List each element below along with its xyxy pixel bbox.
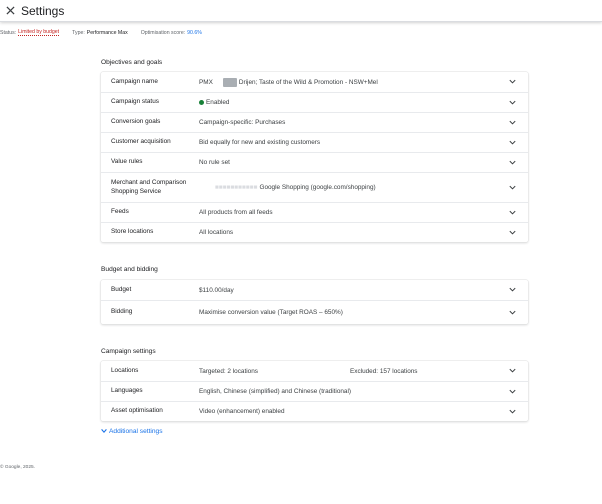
section-title-campaign-settings: Campaign settings <box>101 348 156 355</box>
row-value: Video (enhancement) enabled <box>199 408 285 415</box>
row-value: ■■■■■■■■■■■ Google Shopping (google.com/… <box>199 184 376 191</box>
status-segment: Status: Limited by budget <box>0 29 60 36</box>
close-button[interactable] <box>1 2 19 20</box>
campaign-name-suffix: Drijen; Taste of the Wild & Promotion - … <box>238 78 378 86</box>
status-value-link[interactable]: Limited by budget <box>18 29 60 36</box>
close-icon <box>5 6 15 15</box>
optimisation-score-link[interactable]: 90.6% <box>187 30 202 36</box>
campaign-name-prefix: PMX <box>199 78 213 86</box>
chevron-down-icon <box>509 230 516 235</box>
row-label: Languages <box>111 387 143 395</box>
row-label: Campaign status <box>111 98 159 106</box>
chevron-down-icon <box>509 160 516 165</box>
top-bar: Settings <box>0 0 602 22</box>
row-label: Budget <box>111 285 132 293</box>
score-label: Optimisation score: <box>140 29 186 36</box>
row-label: Feeds <box>111 208 129 216</box>
chevron-down-icon <box>101 429 107 434</box>
optimisation-score-segment: Optimisation score: 90.6% <box>141 30 202 36</box>
row-campaign-status[interactable]: Campaign status Enabled <box>101 92 528 112</box>
row-campaign-name[interactable]: Campaign name PMX Drijen; Taste of the W… <box>101 72 528 92</box>
chevron-down-icon <box>509 389 516 394</box>
row-feeds[interactable]: Feeds All products from all feeds <box>101 202 528 222</box>
redacted-text: ■■■■■■■■■■■ <box>215 184 258 191</box>
additional-settings-link[interactable]: Additional settings <box>100 427 163 435</box>
row-conversion-goals[interactable]: Conversion goals Campaign-specific: Purc… <box>101 112 528 132</box>
row-label: Conversion goals <box>111 118 161 126</box>
row-value: English, Chinese (simplified) and Chines… <box>199 388 352 395</box>
chevron-down-icon <box>509 310 516 315</box>
budget-card: Budget $110.00/day Bidding Maximise conv… <box>101 280 528 324</box>
row-label: Merchant and Comparison Shopping Service <box>111 179 187 195</box>
enabled-status-dot-icon <box>199 100 204 105</box>
row-merchant-center[interactable]: Merchant and Comparison Shopping Service… <box>101 172 528 202</box>
chevron-down-icon <box>509 79 516 84</box>
row-value: PMX Drijen; Taste of the Wild & Promotio… <box>199 77 378 87</box>
campaign-status-value: Enabled <box>206 99 230 106</box>
page-title: Settings <box>21 3 65 18</box>
row-value: Campaign-specific: Purchases <box>199 119 286 126</box>
section-title-objectives: Objectives and goals <box>101 59 163 66</box>
row-label: Campaign name <box>111 77 158 85</box>
chevron-down-icon <box>509 120 516 125</box>
campaign-settings-card: Locations Targeted: 2 locations Excluded… <box>101 361 528 421</box>
chevron-down-icon <box>509 140 516 145</box>
type-segment: Type: Performance Max <box>72 30 128 36</box>
type-label: Type: <box>72 29 85 36</box>
chevron-down-icon <box>509 210 516 215</box>
row-value: Targeted: 2 locations <box>199 367 258 375</box>
merchant-value: Google Shopping (google.com/shopping) <box>259 184 376 191</box>
row-customer-acquisition[interactable]: Customer acquisition Bid equally for new… <box>101 132 528 152</box>
row-store-locations[interactable]: Store locations All locations <box>101 222 528 242</box>
chevron-down-icon <box>509 368 516 373</box>
row-label: Locations <box>111 366 139 374</box>
objectives-card: Campaign name PMX Drijen; Taste of the W… <box>101 72 528 242</box>
status-label: Status: <box>0 29 17 36</box>
row-budget[interactable]: Budget $110.00/day <box>101 280 528 300</box>
row-value: Enabled <box>199 99 229 106</box>
chevron-down-icon <box>509 100 516 105</box>
chevron-down-icon <box>509 409 516 414</box>
row-locations[interactable]: Locations Targeted: 2 locations Excluded… <box>101 361 528 381</box>
row-value: Maximise conversion value (Target ROAS –… <box>199 309 343 316</box>
copyright-footer: © Google, 2025. <box>0 465 36 470</box>
row-value: All products from all feeds <box>199 209 273 216</box>
section-title-budget: Budget and bidding <box>101 266 158 273</box>
chevron-down-icon <box>509 287 516 292</box>
campaign-status-bar: Status: Limited by budget Type: Performa… <box>0 28 215 37</box>
row-label: Bidding <box>111 308 133 316</box>
excluded-locations-value: Excluded: 157 locations <box>350 367 418 375</box>
row-value: All locations <box>199 229 234 236</box>
row-bidding[interactable]: Bidding Maximise conversion value (Targe… <box>101 300 528 324</box>
row-label: Asset optimisation <box>111 407 163 415</box>
row-label: Value rules <box>111 158 143 166</box>
chevron-down-icon <box>509 185 516 190</box>
row-label: Store locations <box>111 228 154 236</box>
row-languages[interactable]: Languages English, Chinese (simplified) … <box>101 381 528 401</box>
row-value: No rule set <box>199 159 230 166</box>
row-value: $110.00/day <box>199 286 234 294</box>
row-value-rules[interactable]: Value rules No rule set <box>101 152 528 172</box>
row-label: Customer acquisition <box>111 138 171 146</box>
row-asset-optimisation[interactable]: Asset optimisation Video (enhancement) e… <box>101 401 528 421</box>
type-value: Performance Max <box>86 29 128 36</box>
additional-settings-label: Additional settings <box>109 427 163 435</box>
redacted-block <box>222 77 237 87</box>
row-value: Bid equally for new and existing custome… <box>199 139 321 146</box>
